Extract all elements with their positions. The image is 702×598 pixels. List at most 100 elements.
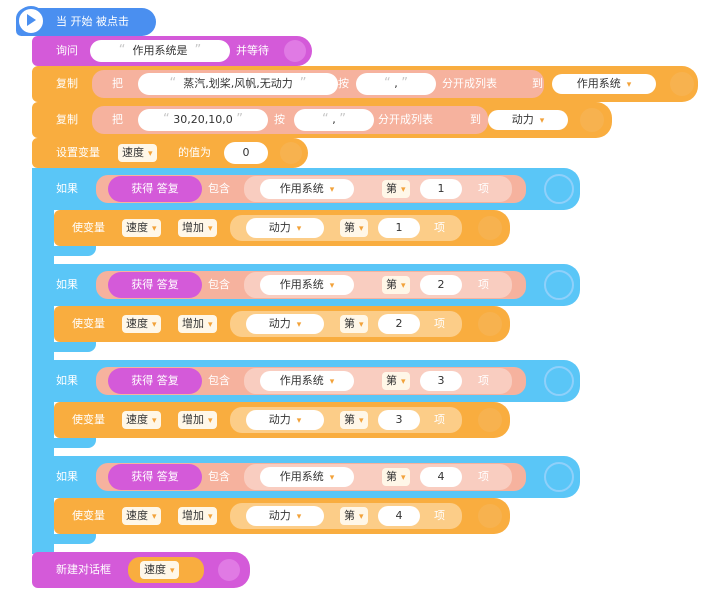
variable-block-icon <box>478 408 502 432</box>
change-var-label: 使变量 <box>72 509 105 522</box>
get-answer-reporter[interactable]: 获得 答复 <box>108 368 202 394</box>
index-mode-dropdown[interactable]: 第 <box>382 180 410 198</box>
contains-label: 包含 <box>208 182 230 195</box>
operation-dropdown[interactable]: 增加 <box>178 315 217 333</box>
split-text-input[interactable]: “ 蒸汽,划桨,风帆,无动力 ” <box>138 73 338 95</box>
operation-dropdown[interactable]: 增加 <box>178 507 217 525</box>
get-answer-reporter[interactable]: 获得 答复 <box>108 464 202 490</box>
list-dropdown[interactable]: 动力 ▾ <box>488 110 568 130</box>
variable-block-icon <box>280 142 302 164</box>
new-dialog-block[interactable]: 新建对话框 速度 <box>32 552 250 588</box>
get-answer-reporter[interactable]: 获得 答复 <box>108 176 202 202</box>
variable-dropdown[interactable]: 速度 <box>122 411 161 429</box>
item-label: 项 <box>434 509 445 522</box>
change-variable-block[interactable]: 使变量 速度 增加 动力▾ 第 4 项 <box>54 498 510 534</box>
change-var-label: 使变量 <box>72 221 105 234</box>
value-input[interactable]: 0 <box>224 142 268 164</box>
contains-label: 包含 <box>208 278 230 291</box>
gamepad-icon <box>544 174 574 204</box>
item-label: 项 <box>434 413 445 426</box>
index-input[interactable]: 3 <box>378 410 420 430</box>
gamepad-icon <box>544 366 574 396</box>
dialog-block-icon <box>218 559 240 581</box>
if-block[interactable]: 如果 获得 答复 包含 作用系统▾ 第 1 项 <box>32 168 580 210</box>
ask-block-icon <box>284 40 306 62</box>
item-label: 项 <box>478 278 489 291</box>
set-variable-block[interactable]: 设置变量 速度 的值为 0 <box>32 138 308 168</box>
ask-text-input[interactable]: “ 作用系统是 ” <box>90 40 230 62</box>
if-block[interactable]: 如果 获得 答复 包含 作用系统▾ 第 4 项 <box>32 456 580 498</box>
hat-label: 当 开始 被点击 <box>56 15 129 28</box>
split-op: 分开成列表 <box>442 77 497 90</box>
split-dao: 到 <box>532 77 543 90</box>
dialog-variable-dropdown[interactable]: 速度 <box>140 561 179 579</box>
split-an: 按 <box>274 113 285 126</box>
variable-dropdown[interactable]: 速度 <box>122 315 161 333</box>
list-dropdown[interactable]: 动力 ▾ <box>246 506 324 526</box>
split-op: 分开成列表 <box>378 113 433 126</box>
index-input[interactable]: 1 <box>420 179 462 199</box>
ask-block[interactable]: 询问 “ 作用系统是 ” 并等待 <box>32 36 312 66</box>
index-input[interactable]: 4 <box>378 506 420 526</box>
operation-dropdown[interactable]: 增加 <box>178 411 217 429</box>
if-label: 如果 <box>56 278 78 291</box>
variable-dropdown[interactable]: 速度 <box>122 219 161 237</box>
variable-dropdown[interactable]: 速度 <box>118 144 157 162</box>
split-list-block-1[interactable]: 复制 把 “ 蒸汽,划桨,风帆,无动力 ” 按 “ , ” 分开成列表 到 作用… <box>32 66 698 102</box>
index-input[interactable]: 2 <box>420 275 462 295</box>
split-list-block-2[interactable]: 复制 把 “ 30,20,10,0 ” 按 “ , ” 分开成列表 到 动力 ▾ <box>32 102 612 138</box>
list-dropdown[interactable]: 作用系统 ▾ <box>260 275 354 295</box>
change-variable-block[interactable]: 使变量 速度 增加 动力▾ 第 1 项 <box>54 210 510 246</box>
set-var-mid: 的值为 <box>178 146 211 159</box>
play-icon <box>16 6 46 36</box>
variable-dropdown[interactable]: 速度 <box>122 507 161 525</box>
split-ba: 把 <box>112 77 123 90</box>
index-mode-dropdown[interactable]: 第 <box>340 411 368 429</box>
variable-block-icon <box>478 216 502 240</box>
list-block-icon <box>670 72 694 96</box>
if-block-footer <box>32 342 96 352</box>
change-var-label: 使变量 <box>72 413 105 426</box>
ask-label: 询问 <box>56 44 78 57</box>
item-label: 项 <box>478 182 489 195</box>
index-mode-dropdown[interactable]: 第 <box>340 507 368 525</box>
gamepad-icon <box>544 462 574 492</box>
list-dropdown[interactable]: 作用系统 ▾ <box>552 74 656 94</box>
get-answer-reporter[interactable]: 获得 答复 <box>108 272 202 298</box>
index-input[interactable]: 1 <box>378 218 420 238</box>
ask-suffix: 并等待 <box>236 44 269 57</box>
index-mode-dropdown[interactable]: 第 <box>340 315 368 333</box>
if-block[interactable]: 如果 获得 答复 包含 作用系统▾ 第 3 项 <box>32 360 580 402</box>
split-dao: 到 <box>470 113 481 126</box>
split-label: 复制 <box>56 77 78 90</box>
index-mode-dropdown[interactable]: 第 <box>382 468 410 486</box>
start-hat-block[interactable]: 当 开始 被点击 <box>16 6 156 36</box>
index-mode-dropdown[interactable]: 第 <box>340 219 368 237</box>
index-input[interactable]: 2 <box>378 314 420 334</box>
split-separator-input[interactable]: “ , ” <box>294 109 374 131</box>
operation-dropdown[interactable]: 增加 <box>178 219 217 237</box>
if-block[interactable]: 如果 获得 答复 包含 作用系统▾ 第 2 项 <box>32 264 580 306</box>
index-mode-dropdown[interactable]: 第 <box>382 276 410 294</box>
split-text-input[interactable]: “ 30,20,10,0 ” <box>138 109 268 131</box>
list-dropdown[interactable]: 作用系统 ▾ <box>260 467 354 487</box>
if-block-footer <box>32 246 96 256</box>
change-variable-block[interactable]: 使变量 速度 增加 动力▾ 第 3 项 <box>54 402 510 438</box>
index-input[interactable]: 3 <box>420 371 462 391</box>
index-mode-dropdown[interactable]: 第 <box>382 372 410 390</box>
list-dropdown[interactable]: 动力 ▾ <box>246 314 324 334</box>
change-variable-block[interactable]: 使变量 速度 增加 动力▾ 第 2 项 <box>54 306 510 342</box>
list-dropdown[interactable]: 动力 ▾ <box>246 218 324 238</box>
gamepad-icon <box>544 270 574 300</box>
index-input[interactable]: 4 <box>420 467 462 487</box>
list-dropdown[interactable]: 动力 ▾ <box>246 410 324 430</box>
item-label: 项 <box>434 221 445 234</box>
split-separator-input[interactable]: “ , ” <box>356 73 436 95</box>
list-dropdown[interactable]: 作用系统 ▾ <box>260 371 354 391</box>
contains-label: 包含 <box>208 470 230 483</box>
list-dropdown[interactable]: 作用系统 ▾ <box>260 179 354 199</box>
if-block-footer <box>32 534 96 544</box>
contains-label: 包含 <box>208 374 230 387</box>
if-block-footer <box>32 438 96 448</box>
split-ba: 把 <box>112 113 123 126</box>
